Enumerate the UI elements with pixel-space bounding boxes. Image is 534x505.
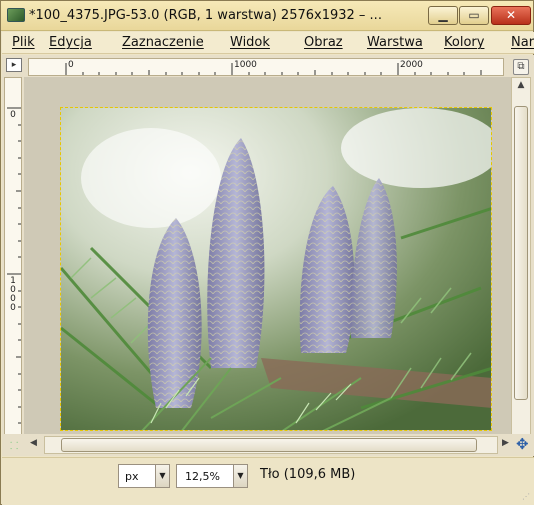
close-button[interactable]: ✕: [491, 6, 531, 25]
scroll-left-icon[interactable]: ◀: [30, 438, 37, 448]
navigate-icon[interactable]: ✥: [516, 435, 529, 453]
zoom-value: 12,5%: [185, 470, 220, 483]
horizontal-scroll-thumb[interactable]: [61, 438, 477, 452]
unit-select[interactable]: px ▼: [118, 464, 170, 488]
zoom-select[interactable]: 12,5% ▼: [176, 464, 248, 488]
pointer-mode-icon[interactable]: ⸬: [10, 438, 18, 452]
vertical-ruler[interactable]: 0 1000: [4, 77, 22, 453]
close-icon: ✕: [505, 8, 517, 22]
horizontal-scrollbar[interactable]: [44, 436, 498, 454]
layer-info: Tło (109,6 MB): [260, 467, 356, 482]
hruler-label-2000: 2000: [400, 60, 423, 70]
menu-warstwa[interactable]: Warstwa: [367, 35, 423, 50]
canvas-area: ▸ 0 1000 2000 ⧉ 0 1000 ▲: [2, 55, 534, 455]
maximize-button[interactable]: ▭: [459, 6, 489, 25]
horizontal-ruler[interactable]: 0 1000 2000: [28, 58, 504, 76]
vertical-scrollbar[interactable]: ▲ ▼: [511, 77, 531, 453]
horizontal-scroll-row: ⸬ ◀ ▶ ✥: [2, 434, 534, 456]
gimp-image-icon: [7, 8, 25, 22]
minimize-icon: ▁: [438, 8, 448, 22]
vruler-label-1000: 1000: [10, 276, 16, 313]
unit-value: px: [125, 470, 139, 483]
menu-bar: Plik Edycja Zaznaczenie Widok Obraz Wars…: [2, 32, 534, 54]
vruler-label-0: 0: [10, 110, 16, 120]
image-canvas[interactable]: [24, 77, 512, 453]
zoom-icon: ⧉: [517, 61, 525, 72]
menu-plik[interactable]: Plik: [12, 35, 35, 50]
hruler-label-1000: 1000: [234, 60, 257, 70]
hruler-ticks: [65, 63, 482, 75]
menu-zaznaczenie[interactable]: Zaznaczenie: [122, 35, 204, 50]
image-window: *100_4375.JPG-53.0 (RGB, 1 warstwa) 2576…: [0, 0, 534, 505]
maximize-icon: ▭: [468, 8, 480, 22]
zoom-image-button[interactable]: ⧉: [513, 59, 529, 75]
menu-narzedzia[interactable]: Nar: [511, 35, 534, 50]
hruler-label-0: 0: [68, 60, 74, 70]
status-bar: px ▼ 12,5% ▼ Tło (109,6 MB) ⋰: [2, 457, 534, 505]
scroll-right-icon[interactable]: ▶: [502, 438, 509, 448]
resize-grip-icon[interactable]: ⋰: [522, 492, 530, 501]
menu-widok[interactable]: Widok: [230, 35, 270, 50]
menu-obraz[interactable]: Obraz: [304, 35, 343, 50]
scroll-up-icon[interactable]: ▲: [512, 80, 530, 90]
minimize-button[interactable]: ▁: [428, 6, 458, 25]
menu-kolory[interactable]: Kolory: [444, 35, 484, 50]
zoom-dropdown-icon[interactable]: ▼: [233, 465, 247, 487]
fir-cones-photo[interactable]: [60, 107, 492, 431]
unit-dropdown-icon[interactable]: ▼: [155, 465, 169, 487]
vertical-scroll-thumb[interactable]: [514, 106, 528, 400]
quick-mask-menu-button[interactable]: ▸: [6, 58, 22, 72]
photo-rendering: [61, 108, 491, 430]
window-title: *100_4375.JPG-53.0 (RGB, 1 warstwa) 2576…: [29, 8, 382, 23]
title-bar[interactable]: *100_4375.JPG-53.0 (RGB, 1 warstwa) 2576…: [1, 1, 533, 31]
menu-edycja[interactable]: Edycja: [49, 35, 92, 50]
vruler-ticks: [7, 107, 21, 424]
